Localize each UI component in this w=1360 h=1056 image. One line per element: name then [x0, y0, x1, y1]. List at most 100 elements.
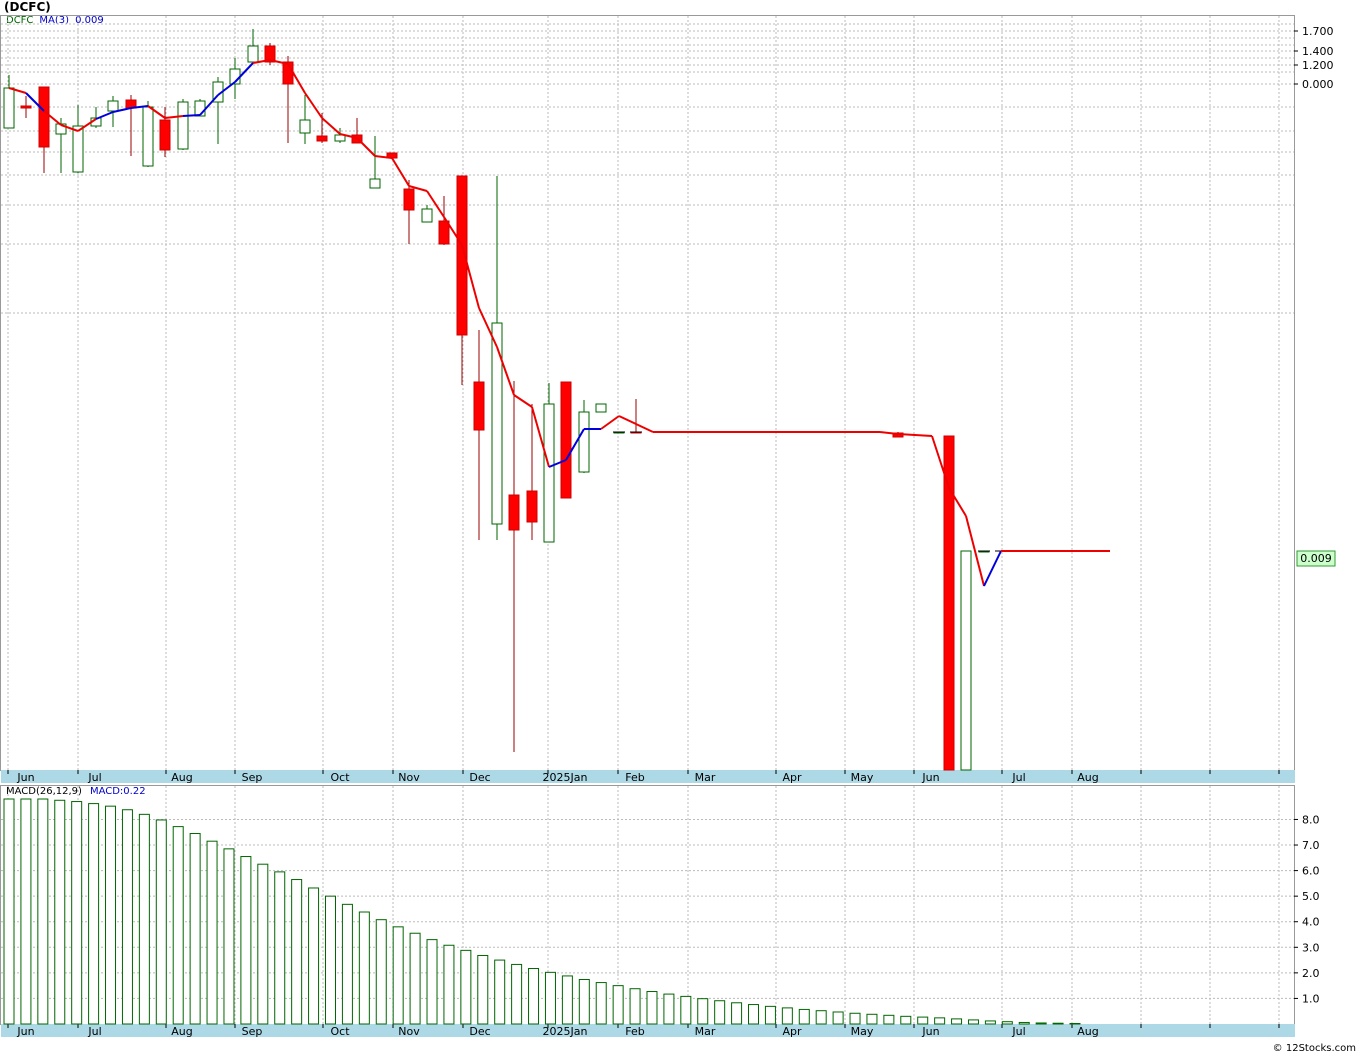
macd-y-tick-label: 3.0: [1302, 941, 1320, 954]
macd-month-label: Jun: [921, 1025, 939, 1038]
macd-bar: [1052, 1022, 1064, 1025]
ma-segment: [304, 92, 323, 119]
macd-bar: [714, 1000, 726, 1025]
price-panel-frame: [0, 15, 1295, 771]
macd-bar: [984, 1020, 996, 1025]
macd-y-tick-label: 5.0: [1302, 890, 1320, 903]
last-price-tag: 0.009: [1296, 550, 1336, 567]
price-month-label: 2025Jan: [543, 771, 588, 784]
macd-month-label: Jun: [16, 1025, 34, 1038]
macd-legend: MACD(26,12,9) MACD:0.22: [6, 786, 146, 797]
candle-body-down: [159, 119, 171, 151]
macd-bar: [511, 963, 523, 1025]
ma-segment: [356, 137, 376, 157]
macd-y-tick-label: 8.0: [1302, 813, 1320, 826]
macd-bar: [409, 932, 421, 1025]
ma-segment: [321, 117, 341, 135]
ma-segment: [983, 550, 1002, 587]
macd-bar: [105, 805, 117, 1025]
candle-body-up: [543, 403, 555, 543]
macd-month-label: Aug: [171, 1025, 192, 1038]
macd-month-label: Sep: [242, 1025, 263, 1038]
candle-body-up: [960, 550, 972, 771]
candle-body-down: [526, 490, 538, 523]
macd-bar: [798, 1008, 810, 1025]
site-credit: © 12Stocks.com: [1272, 1043, 1356, 1054]
macd-bar: [54, 799, 66, 1025]
macd-y-tick-label: 4.0: [1302, 916, 1320, 929]
ma-segment: [513, 394, 533, 408]
macd-bar: [849, 1012, 861, 1025]
macd-month-label: Feb: [625, 1025, 644, 1038]
macd-bar: [138, 813, 150, 1025]
price-month-label: Nov: [398, 771, 420, 784]
price-date-axis-band: [1, 770, 1295, 783]
macd-month-label: Mar: [695, 1025, 716, 1038]
macd-month-label: Dec: [469, 1025, 490, 1038]
price-month-label: Aug: [171, 771, 192, 784]
candle-body-up: [72, 125, 84, 173]
candle-body-up: [578, 411, 590, 473]
macd-y-tick-label: 6.0: [1302, 865, 1320, 878]
price-month-label: Apr: [782, 771, 802, 784]
macd-bar: [88, 803, 100, 1025]
candle-body-down: [20, 105, 32, 109]
macd-bar: [358, 911, 370, 1025]
macd-bar: [443, 944, 455, 1025]
macd-y-tick-label: 7.0: [1302, 839, 1320, 852]
macd-bar: [883, 1014, 895, 1025]
macd-y-axis: 8.0 7.0 6.0 5.0 4.0 3.0 2.0 1.0: [1294, 813, 1320, 1005]
candle-body-up: [177, 101, 189, 150]
macd-bar: [240, 856, 252, 1025]
macd-bar: [206, 840, 218, 1025]
macd-bar: [1035, 1022, 1047, 1025]
macd-bar: [274, 871, 286, 1025]
macd-bar: [341, 903, 353, 1025]
price-y-tick-label: 1.200: [1302, 59, 1334, 72]
macd-bar: [291, 879, 303, 1025]
stock-chart-svg: Jun Jul Aug Sep Oct Nov Dec 2025Jan Feb Mar Apr May…: [0, 15, 1336, 1038]
macd-bar: [494, 959, 506, 1025]
macd-bar: [71, 801, 83, 1025]
macd-bar: [426, 939, 438, 1025]
ma-segment: [182, 114, 201, 117]
ma-segment: [600, 415, 620, 430]
price-month-label: Mar: [695, 771, 716, 784]
macd-month-label: May: [851, 1025, 874, 1038]
candle-body-down: [508, 494, 520, 531]
price-month-label: Oct: [330, 771, 350, 784]
macd-bar: [1069, 1022, 1081, 1025]
candle-body-down: [560, 381, 572, 499]
macd-bar: [3, 798, 15, 1025]
price-y-axis: 1.700 1.4001.200 0.000: [1294, 25, 1334, 91]
macd-month-label: 2025Jan: [543, 1025, 588, 1038]
candle-body-down: [264, 45, 276, 63]
price-month-label: Jun: [921, 771, 939, 784]
macd-bar: [967, 1019, 979, 1025]
macd-bar: [1001, 1021, 1013, 1025]
price-month-label: Jul: [87, 771, 101, 784]
macd-bar: [460, 949, 472, 1025]
macd-bar: [646, 991, 658, 1025]
ma-segment: [391, 157, 410, 187]
macd-bar: [781, 1007, 793, 1025]
macd-bar: [815, 1010, 827, 1025]
macd-histogram: [3, 798, 1081, 1025]
macd-bar: [477, 954, 489, 1025]
macd-bar: [172, 826, 184, 1025]
macd-bar: [934, 1017, 946, 1025]
macd-bar: [629, 988, 641, 1025]
candle-body-down: [316, 135, 328, 142]
ma-segment: [95, 111, 114, 120]
ma-segment: [618, 415, 637, 425]
macd-date-axis-band: [1, 1024, 1295, 1037]
macd-month-label: Oct: [330, 1025, 350, 1038]
candle-body-up: [595, 403, 607, 413]
last-price-label: 0.009: [1300, 552, 1332, 565]
candle-body-down: [473, 381, 485, 431]
price-month-label: Aug: [1077, 771, 1098, 784]
macd-legend-value: MACD:0.22: [89, 786, 146, 797]
price-month-label: Feb: [625, 771, 644, 784]
macd-bar: [561, 975, 573, 1025]
macd-bar: [528, 968, 540, 1025]
